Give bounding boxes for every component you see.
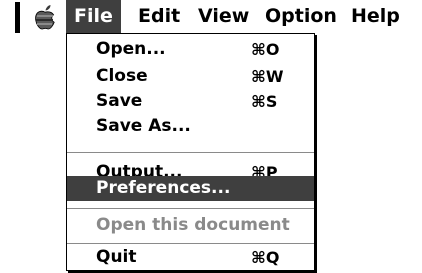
menu-item-save[interactable]: Save ⌘S (67, 90, 314, 113)
menu-item-label: Preferences... (96, 178, 231, 198)
menu-item-preferences[interactable]: Preferences... (67, 176, 314, 201)
apple-icon (35, 5, 55, 30)
menu-item-open[interactable]: Open... ⌘O (67, 38, 314, 61)
menu-bar: File Edit View Option Help (0, 0, 422, 33)
menu-separator (67, 243, 314, 244)
menu-item-shortcut: ⌘Q (251, 248, 280, 267)
apple-menu[interactable] (26, 0, 64, 33)
menu-item-label: Close (96, 66, 148, 86)
menu-item-label: Open... (96, 39, 166, 59)
menu-help[interactable]: Help (343, 0, 408, 33)
menu-option[interactable]: Option (257, 0, 345, 33)
menu-item-label: Save As... (96, 116, 191, 136)
menu-item-close[interactable]: Close ⌘W (67, 65, 314, 88)
menu-item-label: Quit (96, 247, 137, 267)
menu-item-label: Save (96, 91, 143, 111)
menu-item-label: Open this document (96, 215, 290, 235)
menu-item-shortcut: ⌘S (251, 92, 278, 111)
menu-item-shortcut: ⌘O (251, 40, 280, 59)
menu-item-shortcut: ⌘W (251, 67, 284, 86)
menu-item-open-this-document: Open this document (67, 214, 314, 237)
menu-separator (67, 152, 314, 153)
file-menu-dropdown: Open... ⌘O Close ⌘W Save ⌘S Save As... O… (66, 33, 315, 271)
menu-item-quit[interactable]: Quit ⌘Q (67, 246, 314, 269)
menu-item-save-as[interactable]: Save As... (67, 115, 314, 138)
menu-edit[interactable]: Edit (130, 0, 188, 33)
menu-separator (67, 208, 314, 209)
menu-view[interactable]: View (190, 0, 257, 33)
menu-file[interactable]: File (66, 0, 121, 33)
menubar-corner-edge (15, 2, 20, 33)
